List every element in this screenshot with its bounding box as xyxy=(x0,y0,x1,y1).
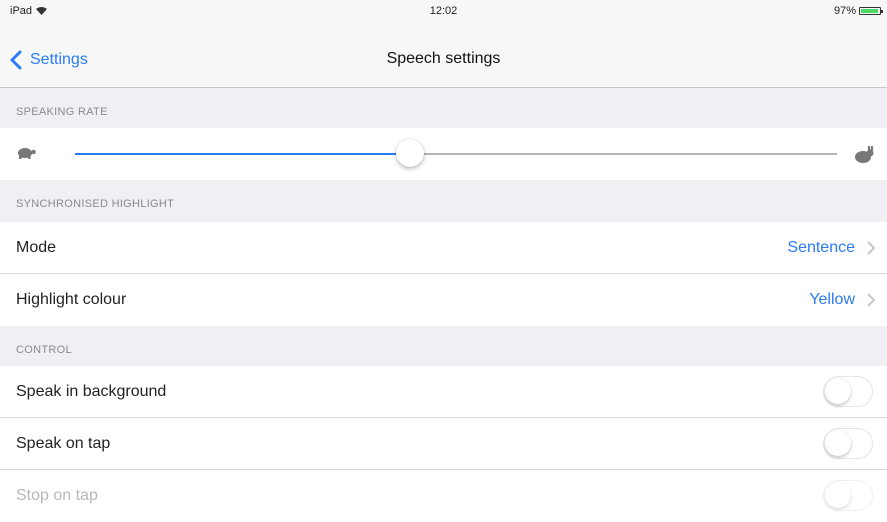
stop-on-tap-label: Stop on tap xyxy=(16,487,98,504)
turtle-icon xyxy=(16,146,36,165)
slider-thumb[interactable] xyxy=(396,139,425,167)
speak-in-background-label: Speak in background xyxy=(16,383,167,400)
slider-fill xyxy=(75,153,411,155)
highlight-colour-value: Yellow xyxy=(809,291,855,308)
speak-on-tap-label: Speak on tap xyxy=(16,435,111,452)
chevron-right-icon xyxy=(867,293,876,307)
highlight-colour-row[interactable]: Highlight colour Yellow xyxy=(0,274,887,326)
mode-value: Sentence xyxy=(787,239,855,256)
section-header-speaking-rate: SPEAKING RATE xyxy=(16,106,108,118)
battery-percent: 97% xyxy=(833,5,856,17)
navigation-bar: Settings Speech settings xyxy=(0,24,887,88)
battery-fill xyxy=(861,9,879,13)
chevron-right-icon xyxy=(867,241,876,255)
speaking-rate-row xyxy=(0,128,887,180)
speaking-rate-slider[interactable] xyxy=(75,139,837,167)
rabbit-icon xyxy=(853,145,875,169)
battery-tip xyxy=(881,10,883,13)
toggle-knob xyxy=(825,430,851,456)
highlight-colour-label: Highlight colour xyxy=(16,291,127,308)
status-time: 12:02 xyxy=(429,5,458,17)
stop-on-tap-row: Stop on tap xyxy=(0,470,887,522)
speak-in-background-toggle[interactable] xyxy=(823,376,873,407)
section-header-highlight: SYNCHRONISED HIGHLIGHT xyxy=(16,198,175,210)
toggle-knob xyxy=(825,482,851,508)
page-title: Speech settings xyxy=(386,50,501,67)
battery-icon xyxy=(859,7,883,15)
mode-row[interactable]: Mode Sentence xyxy=(0,222,887,274)
toggle-knob xyxy=(825,378,851,404)
stop-on-tap-toggle[interactable] xyxy=(823,480,873,511)
section-header-control: CONTROL xyxy=(16,344,72,356)
speak-on-tap-row: Speak on tap xyxy=(0,418,887,470)
status-right: 97% xyxy=(833,5,883,17)
speak-on-tap-toggle[interactable] xyxy=(823,428,873,459)
mode-label: Mode xyxy=(16,239,57,256)
speak-in-background-row: Speak in background xyxy=(0,366,887,418)
status-bar: iPad 12:02 97% xyxy=(0,0,887,24)
